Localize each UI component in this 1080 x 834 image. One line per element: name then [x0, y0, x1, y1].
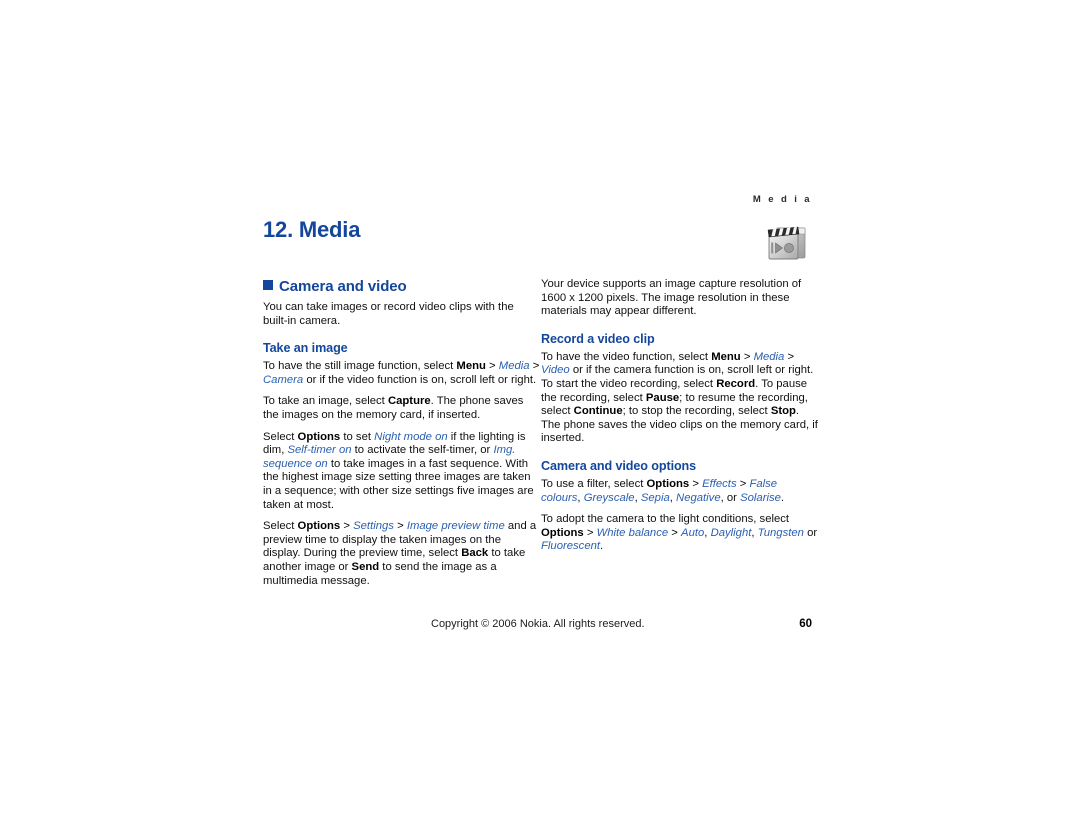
- menu-item: White balance: [596, 526, 669, 539]
- running-head: M e d i a: [752, 194, 812, 205]
- paragraph-take-image-4: Select Options > Settings > Image previe…: [263, 520, 541, 588]
- menu-item: Solarise: [740, 491, 781, 504]
- menu-item: Video: [541, 364, 570, 377]
- menu-item: Image preview time: [406, 520, 505, 533]
- separator: >: [583, 526, 597, 539]
- ui-term: Back: [461, 547, 489, 560]
- text-run: to activate the self-timer, or: [351, 444, 494, 457]
- menu-item: Auto: [681, 526, 705, 539]
- ui-term: Options: [297, 520, 341, 533]
- separator: >: [529, 360, 540, 373]
- text-run: ; to stop the recording, select: [622, 405, 771, 418]
- paragraph-take-image-2: To take an image, select Capture. The ph…: [263, 395, 541, 422]
- ui-term: Capture: [387, 395, 431, 408]
- ui-term: Options: [541, 526, 584, 539]
- menu-item: Daylight: [710, 526, 752, 539]
- ui-term: Options: [646, 477, 690, 490]
- menu-item: Negative: [676, 491, 721, 504]
- menu-item: Media: [498, 360, 530, 373]
- separator: >: [784, 350, 795, 363]
- ui-term: Menu: [456, 360, 486, 373]
- text-run: .: [780, 491, 785, 504]
- menu-item: Camera: [263, 373, 304, 386]
- right-column: Your device supports an image capture re…: [541, 278, 819, 554]
- menu-item: Night mode on: [374, 430, 448, 443]
- menu-item: Settings: [353, 520, 394, 533]
- copyright-notice: Copyright © 2006 Nokia. All rights reser…: [431, 618, 645, 630]
- menu-item: Sepia: [640, 491, 670, 504]
- menu-item: Fluorescent: [541, 540, 601, 553]
- text-run: .: [600, 540, 604, 553]
- menu-item: Greyscale: [583, 491, 635, 504]
- paragraph-take-image-1: To have the still image function, select…: [263, 360, 541, 387]
- separator: >: [485, 360, 499, 373]
- text-run: or if the video function is on, scroll l…: [303, 373, 537, 386]
- paragraph-options-white-balance: To adopt the camera to the light conditi…: [541, 513, 819, 554]
- ui-term: Menu: [711, 350, 741, 363]
- media-clapperboard-icon: [765, 222, 809, 264]
- text-run: Select: [263, 520, 298, 533]
- paragraph-take-image-3: Select Options to set Night mode on if t…: [263, 431, 541, 513]
- separator: >: [668, 526, 682, 539]
- text-run: To have the video function, select: [541, 350, 712, 363]
- separator: >: [393, 520, 407, 533]
- ui-term: Stop: [770, 405, 796, 418]
- text-run: to set: [340, 430, 375, 443]
- paragraph-intro: You can take images or record video clip…: [263, 301, 541, 328]
- paragraph-text: Your device supports an image capture re…: [541, 278, 802, 318]
- page-number: 60: [799, 618, 812, 630]
- ui-term: Send: [351, 560, 380, 573]
- text-run: To use a filter, select: [541, 477, 647, 490]
- ui-term: Continue: [573, 405, 623, 418]
- text-run: To take an image, select: [263, 395, 388, 408]
- separator: >: [689, 477, 703, 490]
- menu-item: Tungsten: [757, 526, 804, 539]
- paragraph-resolution-note: Your device supports an image capture re…: [541, 278, 819, 319]
- section-heading-label: Camera and video: [279, 278, 407, 295]
- separator: >: [340, 520, 354, 533]
- chapter-title: 12. Media: [263, 217, 361, 242]
- paragraph-record-video-1: To have the video function, select Menu …: [541, 351, 819, 446]
- document-page: M e d i a 12. Media Camera and video You…: [0, 0, 1080, 834]
- text-run: To adopt the camera to the light conditi…: [541, 513, 790, 526]
- text-run: or: [803, 526, 818, 539]
- text-run: Select: [263, 430, 298, 443]
- paragraph-options-filter: To use a filter, select Options > Effect…: [541, 478, 819, 505]
- menu-item: Media: [753, 350, 785, 363]
- ui-term: Record: [716, 377, 756, 390]
- text-run: , or: [720, 491, 741, 504]
- subsection-heading-camera-and-video-options: Camera and video options: [541, 458, 697, 473]
- paragraph-text: You can take images or record video clip…: [263, 301, 514, 327]
- subsection-heading-take-an-image: Take an image: [263, 341, 348, 356]
- section-bullet-icon: [263, 280, 273, 290]
- menu-item: Effects: [702, 477, 737, 490]
- ui-term: Pause: [645, 391, 680, 404]
- separator: >: [740, 350, 754, 363]
- menu-item: Self-timer on: [287, 444, 352, 457]
- ui-term: Options: [297, 430, 341, 443]
- separator: >: [736, 477, 750, 490]
- text-run: To have the still image function, select: [263, 360, 457, 373]
- section-heading-camera-and-video: Camera and video: [263, 278, 541, 296]
- left-column: Camera and video You can take images or …: [263, 278, 541, 588]
- subsection-heading-record-a-video-clip: Record a video clip: [541, 331, 655, 346]
